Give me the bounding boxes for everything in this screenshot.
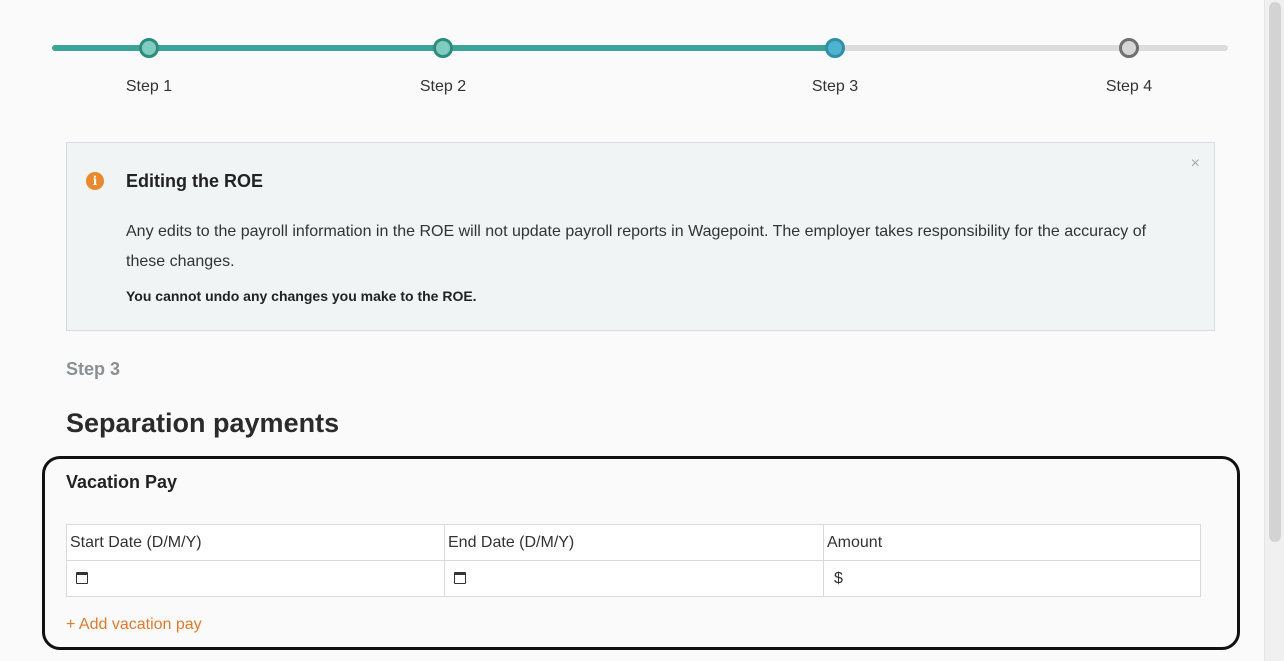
vacation-pay-table: Start Date (D/M/Y) End Date (D/M/Y) Amou… bbox=[66, 524, 1201, 597]
start-date-header: Start Date (D/M/Y) bbox=[66, 524, 445, 561]
step-1-dot bbox=[139, 38, 159, 58]
step-3[interactable]: Step 3 bbox=[775, 30, 895, 96]
table-header-row: Start Date (D/M/Y) End Date (D/M/Y) Amou… bbox=[66, 524, 1201, 561]
end-date-header: End Date (D/M/Y) bbox=[444, 524, 824, 561]
add-vacation-pay-link[interactable]: + Add vacation pay bbox=[66, 616, 202, 634]
alert-body: Any edits to the payroll information in … bbox=[126, 223, 1147, 270]
amount-field[interactable]: $ bbox=[823, 560, 1201, 597]
alert-title: Editing the ROE bbox=[126, 171, 263, 191]
step-1-label: Step 1 bbox=[125, 78, 173, 95]
step-4[interactable]: Step 4 bbox=[1069, 30, 1189, 96]
calendar-icon[interactable] bbox=[76, 572, 88, 585]
vertical-scrollbar[interactable] bbox=[1264, 0, 1284, 661]
currency-prefix: $ bbox=[834, 569, 843, 587]
step-3-dot bbox=[825, 38, 845, 58]
vacation-pay-title: Vacation Pay bbox=[66, 472, 178, 492]
step-3-label: Step 3 bbox=[811, 78, 859, 95]
step-2-label: Step 2 bbox=[419, 78, 467, 95]
close-icon[interactable]: × bbox=[1191, 155, 1200, 173]
step-kicker: Step 3 bbox=[66, 359, 121, 379]
calendar-icon[interactable] bbox=[454, 572, 466, 585]
end-date-field[interactable] bbox=[444, 560, 824, 597]
step-1[interactable]: Step 1 bbox=[89, 30, 209, 96]
info-icon: i bbox=[86, 172, 104, 190]
step-2[interactable]: Step 2 bbox=[383, 30, 503, 96]
step-4-label: Step 4 bbox=[1105, 78, 1153, 95]
roe-edit-alert: i × Editing the ROE Any edits to the pay… bbox=[66, 142, 1215, 331]
progress-stepper: Step 1 Step 2 Step 3 Step 4 bbox=[52, 30, 1228, 110]
amount-header: Amount bbox=[823, 524, 1201, 561]
table-row: $ bbox=[66, 560, 1201, 597]
step-4-dot bbox=[1119, 38, 1139, 58]
scrollbar-thumb[interactable] bbox=[1269, 2, 1281, 542]
alert-warning: You cannot undo any changes you make to … bbox=[126, 288, 477, 304]
page-title: Separation payments bbox=[66, 408, 340, 438]
start-date-field[interactable] bbox=[66, 560, 445, 597]
step-2-dot bbox=[433, 38, 453, 58]
